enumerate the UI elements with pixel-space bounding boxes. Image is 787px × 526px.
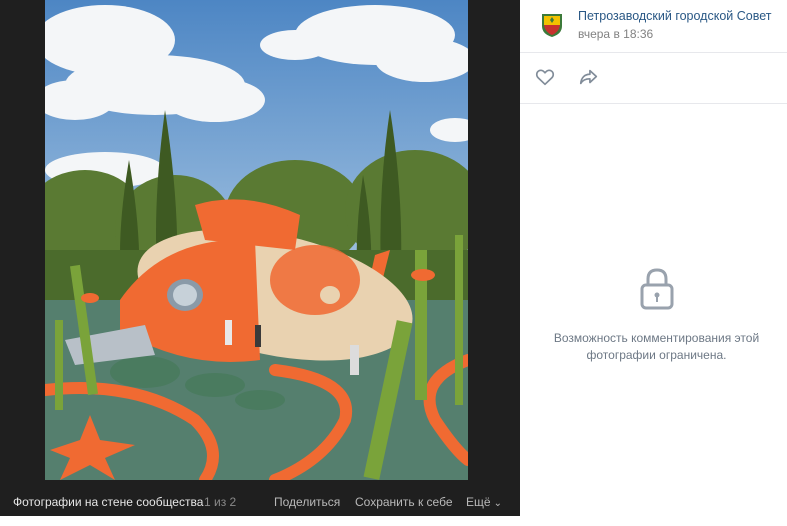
- post-sidebar: Петрозаводский городской Совет вчера в 1…: [520, 0, 787, 516]
- share-button[interactable]: Поделиться: [274, 480, 340, 524]
- photo-counter: 1 из 2: [204, 495, 237, 509]
- lock-icon: [638, 267, 676, 311]
- owner-name-link[interactable]: Петрозаводский городской Совет: [578, 9, 772, 23]
- viewer-bottom-bar: Фотографии на стене сообщества 1 из 2 По…: [0, 480, 520, 516]
- post-header: Петрозаводский городской Совет вчера в 1…: [520, 0, 787, 53]
- comments-restricted-message: Возможность комментирования этой фотогра…: [553, 331, 760, 362]
- share-arrow-icon[interactable]: [578, 66, 600, 88]
- post-actions: [520, 53, 787, 104]
- more-button[interactable]: Ещё ⌄: [466, 480, 502, 526]
- chevron-down-icon: ⌄: [493, 498, 502, 509]
- more-label: Ещё: [466, 495, 491, 509]
- playground-photo[interactable]: [45, 0, 468, 480]
- heart-icon[interactable]: [534, 66, 556, 88]
- avatar[interactable]: [538, 10, 566, 38]
- photo-viewer: Фотографии на стене сообщества 1 из 2 По…: [0, 0, 520, 516]
- post-date[interactable]: вчера в 18:36: [578, 27, 653, 41]
- save-button[interactable]: Сохранить к себе: [355, 480, 453, 524]
- album-link[interactable]: Фотографии на стене сообщества: [13, 480, 203, 524]
